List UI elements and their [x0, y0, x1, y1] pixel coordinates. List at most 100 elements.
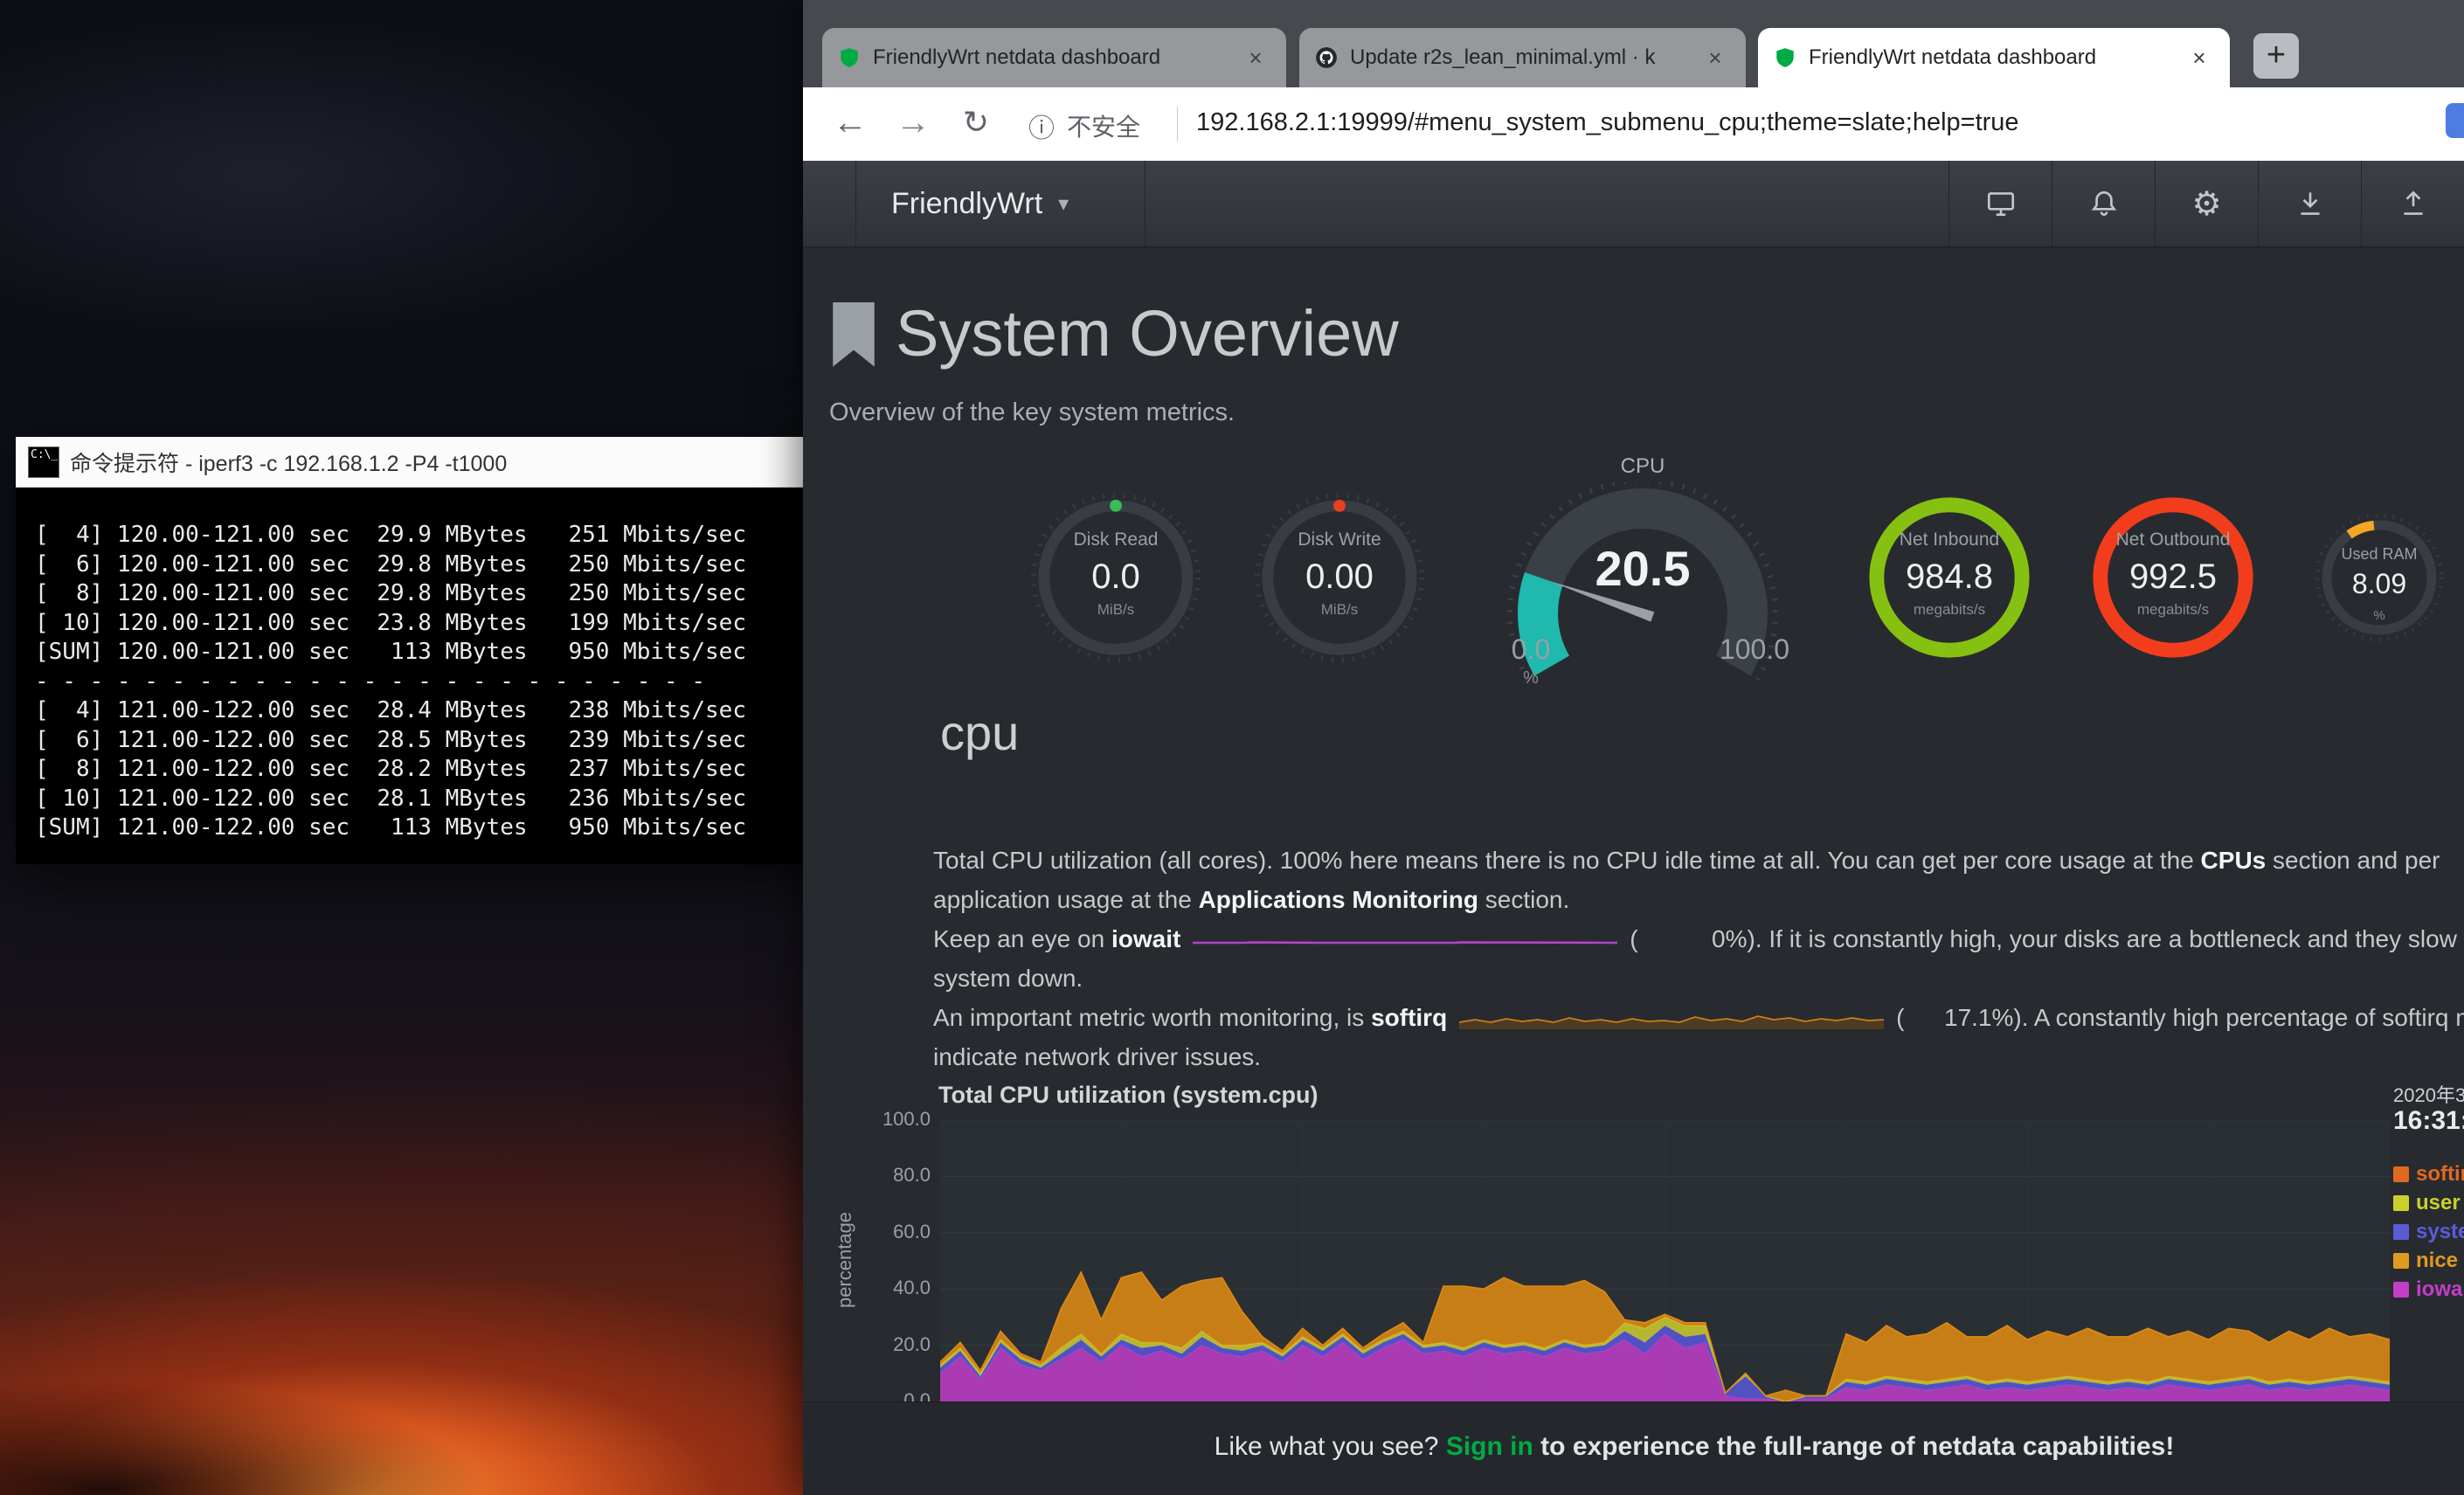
gauge-value: 8.09 — [2314, 568, 2445, 600]
chart-title: Total CPU utilization (system.cpu) — [938, 1082, 1319, 1109]
softirq-value: 17.1 — [1905, 998, 1992, 1037]
y-axis-label: percentage — [834, 1164, 856, 1356]
tab-netdata-active[interactable]: FriendlyWrt netdata dashboard × — [1758, 28, 2230, 87]
import-snapshot-button[interactable] — [2258, 161, 2361, 246]
gear-icon: ⚙ — [2191, 184, 2221, 224]
legend-item[interactable]: iowait — [2393, 1279, 2464, 1300]
extension-icon[interactable] — [2446, 103, 2464, 138]
tab-netdata-1[interactable]: FriendlyWrt netdata dashboard × — [822, 28, 1286, 87]
brand-label: FriendlyWrt — [891, 187, 1042, 221]
address-bar[interactable]: 192.168.2.1:19999/#menu_system_submenu_c… — [1196, 108, 2019, 137]
signin-link[interactable]: Sign in — [1446, 1432, 1533, 1461]
gauge-start-dot — [1333, 500, 1346, 512]
gauge-unit: MiB/s — [1253, 601, 1426, 619]
terminal-window: C:\_ 命令提示符 - iperf3 -c 192.168.1.2 -P4 -… — [16, 437, 855, 864]
cmd-icon: C:\_ — [28, 446, 59, 478]
text-run: section. — [1478, 886, 1569, 913]
netdata-page: FriendlyWrt ▾ ⚙ — [803, 161, 2464, 1495]
gauge-value: 0.0 — [1029, 557, 1202, 597]
terminal-titlebar[interactable]: C:\_ 命令提示符 - iperf3 -c 192.168.1.2 -P4 -… — [16, 437, 855, 488]
netdata-favicon — [1774, 46, 1796, 69]
description-line: application usage at the Applications Mo… — [933, 880, 2464, 919]
legend-swatch — [2393, 1282, 2409, 1298]
new-tab-button[interactable]: + — [2253, 33, 2299, 79]
security-chip[interactable]: 不安全 — [1067, 108, 1140, 143]
net-inbound-gauge[interactable]: Net Inbound 984.8 megabits/s — [1863, 491, 2036, 664]
applications-monitoring-link[interactable]: Applications Monitoring — [1199, 886, 1478, 913]
used-ram-gauge[interactable]: Used RAM 8.09 % — [2314, 512, 2445, 643]
description-line: system down. — [933, 959, 2464, 998]
text-run: to experience the full-range of netdata … — [1533, 1432, 2175, 1461]
omnibox-separator — [1177, 107, 1178, 142]
gauge-value: 992.5 — [2087, 557, 2260, 597]
tab-close-icon[interactable]: × — [1241, 43, 1270, 73]
disk-read-gauge[interactable]: Disk Read 0.0 MiB/s — [1029, 491, 1202, 664]
reload-button[interactable]: ↻ — [952, 96, 1000, 149]
legend-item[interactable]: softirq — [2393, 1164, 2464, 1185]
settings-button[interactable]: ⚙ — [2155, 161, 2258, 246]
browser-toolbar: ← → ↻ ⓘ 不安全 192.168.2.1:19999/#menu_syst… — [803, 87, 2464, 161]
gauge-unit: % — [1523, 668, 1539, 688]
site-info-icon[interactable]: ⓘ — [1028, 107, 1055, 145]
chart-plot-area[interactable] — [940, 1120, 2390, 1402]
text-run: ( — [1630, 925, 1637, 952]
text-run: section and per — [2266, 847, 2440, 874]
legend-label: system — [2416, 1220, 2464, 1244]
text-run: ( — [1896, 1004, 1904, 1031]
tab-close-icon[interactable]: × — [1700, 43, 1730, 73]
tab-strip: FriendlyWrt netdata dashboard × Update r… — [803, 0, 2464, 87]
text-run: %). A constantly high percentage of soft… — [1992, 1004, 2464, 1031]
iowait-label: iowait — [1111, 925, 1180, 952]
page-title: System Overview — [896, 292, 1399, 376]
text-run: %). If it is constantly high, your disks… — [1726, 925, 2464, 952]
bell-icon — [2087, 187, 2121, 220]
browser-window: FriendlyWrt netdata dashboard × Update r… — [803, 0, 2464, 1495]
gauge-label: Disk Write — [1253, 529, 1426, 550]
cpu-gauge-dial: 20.5 0.0 100.0 % — [1477, 482, 1809, 709]
cpu-section-heading: cpu — [940, 704, 1019, 761]
section-header: System Overview — [803, 292, 2464, 376]
tab-github[interactable]: Update r2s_lean_minimal.yml · k × — [1299, 28, 1746, 87]
y-axis-tick: 20.0 — [843, 1333, 931, 1356]
gauge-unit: megabits/s — [2087, 601, 2260, 619]
netdata-brand-dropdown[interactable]: FriendlyWrt ▾ — [855, 161, 1145, 246]
netdata-favicon — [838, 46, 861, 69]
upload-icon — [2397, 187, 2430, 220]
softirq-sparkline — [1457, 1008, 1886, 1031]
gauge-label: Net Outbound — [2087, 529, 2260, 550]
tab-title: FriendlyWrt netdata dashboard — [1809, 45, 2172, 70]
legend-swatch — [2393, 1224, 2409, 1240]
monitor-icon — [1984, 187, 2018, 220]
legend-swatch — [2393, 1195, 2409, 1211]
bookmark-icon — [830, 302, 877, 369]
y-axis-tick: 60.0 — [843, 1221, 931, 1243]
forward-button[interactable]: → — [889, 96, 938, 149]
legend-item[interactable]: nice — [2393, 1250, 2464, 1271]
legend-item[interactable]: system — [2393, 1222, 2464, 1242]
back-button[interactable]: ← — [826, 96, 875, 149]
legend-swatch — [2393, 1253, 2409, 1269]
disk-write-gauge[interactable]: Disk Write 0.00 MiB/s — [1253, 491, 1426, 664]
description-line: Keep an eye on iowait(0%). If it is cons… — [933, 919, 2464, 959]
gauge-value: 20.5 — [1595, 541, 1691, 596]
y-axis-tick: 40.0 — [843, 1277, 931, 1299]
print-dashboard-button[interactable] — [1948, 161, 2052, 246]
export-snapshot-button[interactable] — [2361, 161, 2464, 246]
tab-close-icon[interactable]: × — [2184, 43, 2214, 73]
description-line: Total CPU utilization (all cores). 100% … — [933, 841, 2464, 880]
cpu-gauge[interactable]: CPU 20.5 0.0 100.0 % — [1477, 449, 1809, 737]
legend-item[interactable]: user — [2393, 1193, 2464, 1214]
terminal-output-area: [ 4] 120.00-121.00 sec 29.9 MBytes 251 M… — [16, 488, 855, 864]
legend-label: nice — [2416, 1249, 2458, 1273]
github-favicon — [1315, 46, 1338, 69]
gauge-label: Used RAM — [2314, 545, 2445, 564]
legend-swatch — [2393, 1166, 2409, 1182]
cpus-link[interactable]: CPUs — [2201, 847, 2267, 874]
text-run: An important metric worth monitoring, is — [933, 1004, 1371, 1031]
gauge-label: Disk Read — [1029, 529, 1202, 550]
cpu-utilization-chart[interactable]: Total CPU utilization (system.cpu) 2020年… — [803, 1069, 2464, 1402]
chart-legend: softirq user system nice iowait — [2393, 1164, 2464, 1308]
alarms-button[interactable] — [2052, 161, 2155, 246]
chart-time: 16:31:2 — [2393, 1106, 2464, 1136]
net-outbound-gauge[interactable]: Net Outbound 992.5 megabits/s — [2087, 491, 2260, 664]
